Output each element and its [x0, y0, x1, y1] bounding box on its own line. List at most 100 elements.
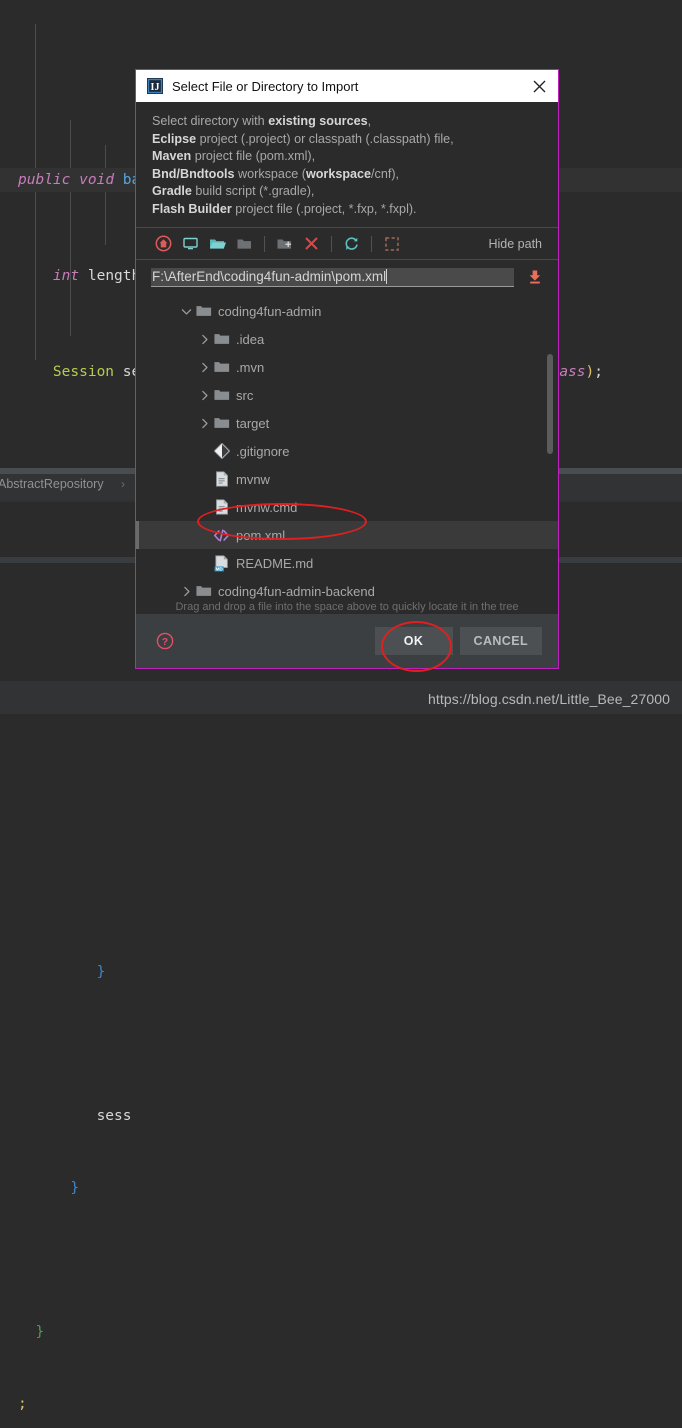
desc-1-prefix: Select directory with — [152, 114, 269, 128]
toolbar-separator — [331, 235, 332, 252]
tree-row-selected[interactable]: pom.xml — [136, 521, 558, 549]
hide-path-button[interactable]: Hide path — [488, 237, 544, 251]
desc-1-bold: existing sources — [268, 114, 368, 128]
folder-icon — [212, 415, 231, 432]
chevron-right-icon[interactable] — [196, 359, 212, 375]
show-hidden-icon[interactable] — [378, 232, 405, 255]
breadcrumb[interactable]: AbstractRepository — [0, 477, 104, 491]
cancel-button[interactable]: CANCEL — [459, 627, 542, 655]
code-line: } — [96, 964, 106, 980]
desc-6-bold: Flash Builder — [152, 201, 232, 216]
tree-item-label: coding4fun-admin-backend — [218, 583, 375, 599]
tree-item-label: .mvn — [236, 359, 265, 375]
dialog-titlebar[interactable]: IJ Select File or Directory to Import — [136, 70, 558, 102]
tree-item-label: README.md — [236, 555, 314, 571]
code-line: } — [70, 1180, 80, 1196]
delete-icon[interactable] — [298, 232, 325, 255]
desc-line-2: Eclipse project (.project) or classpath … — [152, 131, 558, 149]
dialog-description: Select directory with existing sources, … — [136, 102, 558, 227]
tree-row[interactable]: mvnw — [136, 465, 558, 493]
file-icon — [212, 471, 231, 488]
tree-row[interactable]: mvnw.cmd — [136, 493, 558, 521]
dialog-footer: ? OK CANCEL — [136, 614, 558, 668]
tree-item-label: .idea — [236, 331, 265, 347]
path-input[interactable]: F:\AfterEnd\coding4fun-admin\pom.xml — [151, 267, 514, 287]
desktop-icon[interactable] — [177, 232, 204, 255]
path-input-value: F:\AfterEnd\coding4fun-admin\pom.xml — [152, 268, 387, 284]
desc-line-4: Bnd/Bndtools workspace (workspace/cnf), — [152, 166, 558, 184]
file-icon — [212, 499, 231, 516]
ok-button[interactable]: OK — [374, 627, 453, 655]
toolbar-separator — [371, 235, 372, 252]
intellij-idea-icon: IJ — [147, 78, 163, 94]
project-folder-icon[interactable] — [204, 232, 231, 255]
tree-item-label: target — [236, 415, 270, 431]
file-tree-container[interactable]: coding4fun-admin .idea .mvn src target .gitig… — [136, 294, 558, 614]
desc-6-rest: project file (.project, *.fxp, *.fxpl). — [231, 201, 417, 216]
chevron-down-icon[interactable] — [178, 303, 194, 319]
file-tree[interactable]: coding4fun-admin .idea .mvn src target .gitig… — [136, 294, 558, 614]
chevron-right-icon[interactable] — [196, 387, 212, 403]
desc-5-bold: Gradle — [152, 184, 192, 198]
chevron-right-icon[interactable] — [196, 415, 212, 431]
indent-guide — [70, 120, 71, 336]
tree-row[interactable]: MD README.md — [136, 549, 558, 577]
desc-line-3: Maven project file (pom.xml), — [152, 148, 558, 166]
desc-line-1: Select directory with existing sources, — [152, 113, 558, 131]
refresh-icon[interactable] — [338, 232, 365, 255]
xml-file-icon — [212, 527, 231, 544]
tree-item-label: pom.xml — [236, 527, 286, 543]
desc-3-rest: project file (pom.xml), — [191, 149, 316, 163]
code-line: } — [35, 1324, 45, 1340]
module-folder-icon[interactable] — [231, 232, 258, 255]
import-file-dialog: IJ Select File or Directory to Import Se… — [135, 69, 559, 669]
desc-3-bold: Maven — [152, 149, 192, 163]
desc-line-5: Gradle build script (*.gradle), — [152, 183, 558, 201]
tree-row[interactable]: coding4fun-admin — [136, 297, 558, 325]
indent-guide — [35, 24, 36, 360]
markdown-icon: MD — [212, 554, 231, 572]
svg-text:MD: MD — [215, 566, 223, 571]
tree-scrollbar[interactable] — [547, 354, 553, 454]
tree-item-label: mvnw — [236, 471, 270, 487]
tree-item-label: mvnw.cmd — [236, 499, 298, 515]
indent-guide — [105, 145, 106, 245]
desc-4-mid: workspace ( — [234, 166, 306, 181]
home-icon[interactable] — [150, 232, 177, 255]
code-line: sess — [96, 1108, 132, 1124]
tree-item-label: coding4fun-admin — [218, 303, 322, 319]
tree-row[interactable]: target — [136, 409, 558, 437]
toolbar-separator — [264, 235, 265, 252]
desc-line-6: Flash Builder project file (.project, *.… — [152, 201, 558, 219]
tree-row[interactable]: src — [136, 381, 558, 409]
path-row: F:\AfterEnd\coding4fun-admin\pom.xml — [136, 260, 558, 294]
chevron-right-icon: › — [121, 477, 125, 491]
chevron-right-icon[interactable] — [196, 331, 212, 347]
desc-4-rest: /cnf), — [371, 166, 400, 181]
tree-item-label: .gitignore — [236, 443, 290, 459]
help-icon[interactable]: ? — [154, 630, 176, 652]
text-caret — [386, 268, 388, 284]
dialog-body: Select directory with existing sources, … — [136, 102, 558, 614]
new-folder-icon[interactable] — [271, 232, 298, 255]
desc-5-rest: build script (*.gradle), — [191, 184, 315, 198]
folder-icon — [194, 583, 213, 600]
tree-row[interactable]: .idea — [136, 325, 558, 353]
download-icon[interactable] — [524, 266, 546, 288]
dialog-title: Select File or Directory to Import — [172, 78, 359, 94]
tree-row[interactable]: .mvn — [136, 353, 558, 381]
chevron-right-icon[interactable] — [178, 583, 194, 599]
close-icon[interactable] — [528, 75, 550, 97]
tree-row[interactable]: .gitignore — [136, 437, 558, 465]
code-line: ; — [18, 1396, 27, 1412]
